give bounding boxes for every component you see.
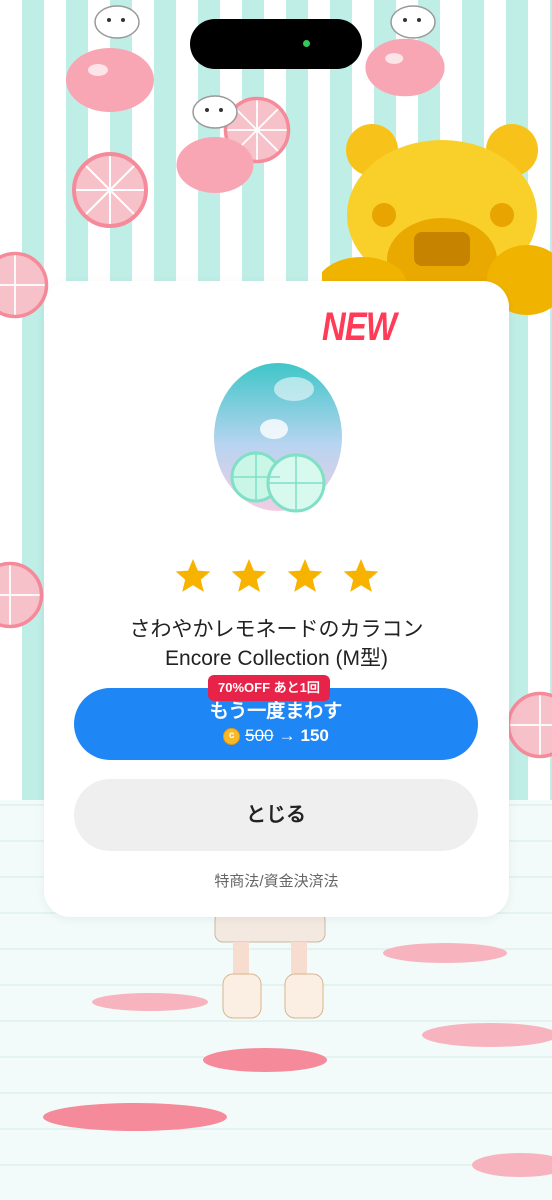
new-badge: NEW: [322, 305, 397, 349]
spin-again-label: もう一度まわす: [209, 701, 343, 722]
dynamic-island: [190, 19, 362, 69]
rating-stars: [44, 559, 509, 595]
star-icon: [342, 559, 380, 595]
price-arrow: →: [278, 726, 296, 745]
star-icon: [230, 559, 268, 595]
status-indicator-dot: [303, 40, 310, 47]
hamster-decoration-icon: [390, 5, 436, 39]
item-title-line2: Encore Collection (M型): [165, 647, 388, 670]
character-legs-icon: [214, 912, 326, 1019]
grapefruit-slice-icon: [506, 691, 552, 759]
coin-icon: c: [223, 727, 241, 745]
lemon-decoration-icon: [66, 48, 154, 112]
hamster-decoration-icon: [192, 95, 238, 129]
grapefruit-slice-icon: [72, 152, 148, 228]
floor-grapefruit-icon: [383, 943, 507, 963]
item-title: さわやかレモネードのカラコン Encore Collection (M型): [44, 615, 509, 673]
item-title-line1: さわやかレモネードのカラコン: [129, 618, 424, 641]
floor-grapefruit-icon: [422, 1023, 552, 1047]
lemonade-contact-lens-icon: [214, 363, 342, 513]
old-price: 500: [245, 726, 274, 745]
grapefruit-slice-icon: [0, 561, 44, 629]
lemon-decoration-icon: [365, 38, 445, 97]
close-button[interactable]: とじる: [74, 779, 478, 851]
lemon-decoration-icon: [176, 137, 254, 193]
legal-link[interactable]: 特商法/資金決済法: [44, 870, 509, 891]
discount-badge: 70%OFF あと1回: [208, 675, 330, 701]
price-row: c 500 → 150: [74, 726, 478, 746]
star-icon: [174, 559, 212, 595]
grapefruit-slice-icon: [0, 251, 49, 319]
new-price: 150: [300, 726, 329, 745]
star-icon: [286, 559, 324, 595]
floor-grapefruit-icon: [203, 1048, 327, 1072]
floor-grapefruit-icon: [43, 1103, 227, 1131]
floor-grapefruit-icon: [472, 1153, 552, 1177]
gacha-result-modal: NEW さわやかレモネードのカラコン Encore Collection (M型…: [44, 281, 509, 917]
hamster-decoration-icon: [94, 5, 140, 39]
floor-grapefruit-icon: [92, 993, 208, 1011]
